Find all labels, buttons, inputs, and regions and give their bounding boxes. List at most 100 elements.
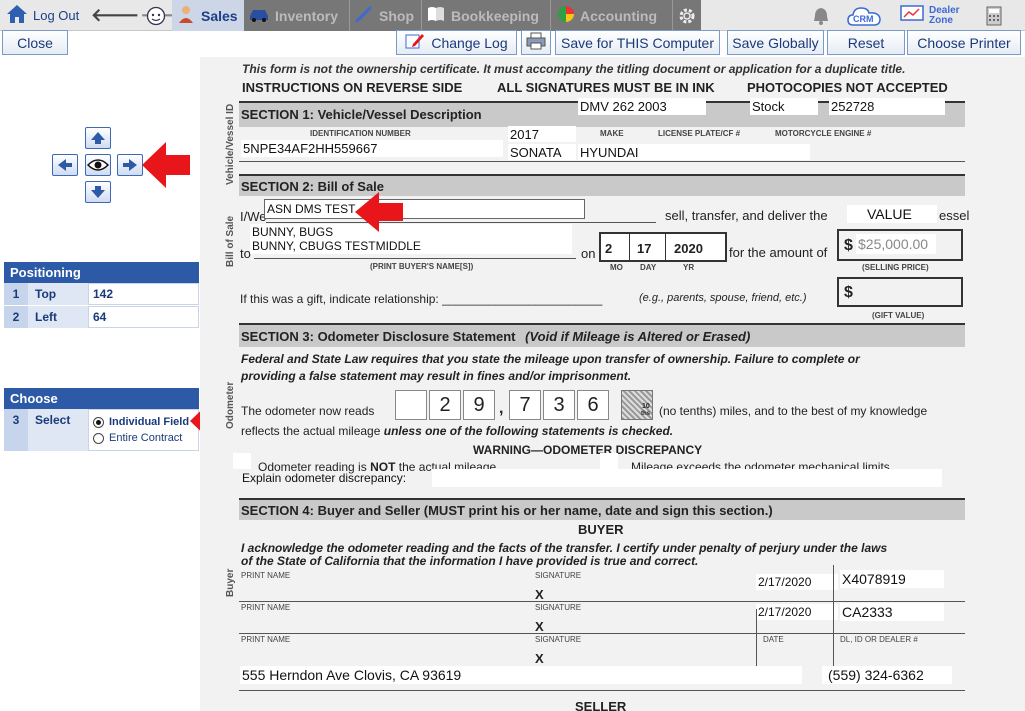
vin-field[interactable]: 5NPE34AF2HH559667: [241, 140, 503, 157]
model-field[interactable]: SONATA: [508, 144, 576, 160]
signature-label: SIGNATURE: [535, 571, 582, 580]
iwe-label: I/We: [240, 209, 267, 224]
section-4-title: SECTION 4: Buyer and Seller (MUST print …: [241, 503, 773, 518]
dl-label: DL, ID OR DEALER #: [840, 635, 918, 644]
buyer-dl-1-field[interactable]: X4078919: [840, 570, 944, 588]
dealer-zone-line2: Zone: [929, 14, 953, 26]
lbl-day: DAY: [640, 263, 657, 272]
section-3-note: (Void if Mileage is Altered or Erased): [525, 329, 751, 344]
calculator-icon[interactable]: [986, 0, 1006, 31]
seller-header: SELLER: [575, 699, 627, 711]
close-button[interactable]: Close: [2, 30, 68, 55]
change-log-label: Change Log: [431, 34, 508, 51]
sale-year-field[interactable]: 2020: [674, 241, 703, 256]
selling-price-field[interactable]: $25,000.00: [856, 234, 936, 254]
left-value-field[interactable]: 64: [88, 306, 199, 328]
buyer-name-2-field[interactable]: BUNNY, CBUGS TESTMIDDLE: [250, 238, 572, 254]
preview-eye-button[interactable]: [85, 154, 111, 176]
odometer-digit[interactable]: [395, 390, 427, 420]
tab-bookkeeping[interactable]: Bookkeeping: [422, 0, 551, 31]
print-name-label: PRINT NAME: [241, 571, 291, 580]
no-tenths-text: (no tenths) miles, and to the best of my…: [659, 404, 928, 418]
eye-icon: [87, 159, 109, 171]
year-field[interactable]: 2017: [508, 126, 576, 142]
move-down-button[interactable]: [85, 181, 111, 203]
tab-sales[interactable]: Sales: [172, 0, 244, 31]
sell-text: sell, transfer, and deliver the: [665, 208, 828, 223]
top-navigation: Log Out 🡐 🡒 ▼ Sales Inventory Shop Bookk…: [0, 0, 1025, 31]
crm-button[interactable]: CRM: [847, 0, 883, 31]
radio-individual-field[interactable]: Individual Field: [93, 416, 189, 428]
gift-dollar-sign: $: [844, 284, 853, 301]
sale-month-field[interactable]: 2: [605, 241, 612, 256]
tab-inventory-label: Inventory: [275, 7, 339, 24]
odometer-digit[interactable]: 2: [429, 390, 461, 420]
discrepancy-warning: WARNING—ODOMETER DISCREPANCY: [473, 443, 703, 457]
tab-inventory[interactable]: Inventory: [244, 0, 350, 31]
explain-label: Explain odometer discrepancy:: [242, 471, 407, 485]
buyer-phone-field[interactable]: (559) 324-6362: [822, 666, 952, 684]
choose-row-select: 3 Select Individual Field Entire Contrac…: [4, 409, 199, 451]
dealer-zone-line1: Dealer: [929, 4, 960, 16]
value-field[interactable]: VALUE: [847, 205, 937, 223]
move-left-button[interactable]: [52, 154, 78, 176]
side-label-bill: Bill of Sale: [225, 215, 236, 267]
buyer-date-1-field[interactable]: 2/17/2020: [756, 574, 838, 590]
top-value-field[interactable]: 142: [88, 283, 199, 305]
radio-entire-contract[interactable]: Entire Contract: [93, 432, 182, 444]
date-label: DATE: [763, 635, 784, 644]
dealer-zone-button[interactable]: Dealer Zone: [900, 0, 970, 31]
stock-label-field[interactable]: Stock: [750, 98, 818, 115]
stock-number-field[interactable]: 252728: [829, 98, 945, 115]
selling-price-label: (SELLING PRICE): [862, 263, 929, 272]
settings-gear-icon[interactable]: [673, 0, 701, 31]
radio-entire-label: Entire Contract: [109, 432, 183, 444]
tab-shop[interactable]: Shop: [350, 0, 422, 31]
arrow-left-icon: [58, 159, 72, 171]
change-log-button[interactable]: Change Log: [396, 30, 517, 55]
odometer-digit[interactable]: 9: [463, 390, 495, 420]
radio-unselected-icon: [93, 432, 104, 444]
reset-button[interactable]: Reset: [827, 30, 905, 55]
buyer-date-2-field[interactable]: 2/17/2020: [756, 604, 838, 620]
move-up-button[interactable]: [85, 127, 111, 149]
customer-face-icon[interactable]: [146, 0, 166, 31]
reflects-label: reflects the actual mileage: [241, 424, 381, 438]
buyer-address-field[interactable]: 555 Herndon Ave Clovis, CA 93619: [240, 666, 802, 684]
tab-accounting[interactable]: Accounting: [551, 0, 673, 31]
notification-bell-icon[interactable]: [812, 0, 832, 31]
odometer-digit[interactable]: 7: [509, 390, 541, 420]
lbl-identification: IDENTIFICATION NUMBER: [310, 129, 411, 138]
buyer-header: BUYER: [578, 522, 624, 537]
move-right-button[interactable]: [117, 154, 143, 176]
seller-name-field[interactable]: ASN DMS TEST: [264, 199, 585, 219]
odometer-digit[interactable]: 6: [577, 390, 609, 420]
home-icon: [6, 4, 28, 27]
monitor-chart-icon: [900, 5, 924, 26]
choose-printer-button[interactable]: Choose Printer: [907, 30, 1021, 55]
federal-law-line-2: providing a false statement may result i…: [241, 369, 632, 383]
save-this-computer-button[interactable]: Save for THIS Computer: [555, 30, 720, 55]
sale-day-field[interactable]: 17: [637, 241, 651, 256]
arrow-up-icon: [91, 132, 105, 144]
contract-form-preview: This form is not the ownership certifica…: [200, 57, 1025, 711]
save-globally-button[interactable]: Save Globally: [727, 30, 824, 55]
tenths-label-a: 10: [642, 403, 650, 410]
annotation-arrow-icon: [142, 142, 190, 188]
wrench-icon: [354, 4, 374, 27]
odometer-digit[interactable]: 3: [543, 390, 575, 420]
book-icon: [426, 5, 446, 26]
buyer-dl-2-field[interactable]: CA2333: [840, 603, 944, 621]
print-button[interactable]: [521, 30, 551, 55]
make-field[interactable]: HYUNDAI: [578, 144, 810, 160]
signature-x: X: [535, 619, 544, 634]
logout-button[interactable]: Log Out: [6, 0, 79, 31]
back-arrow-icon[interactable]: 🡐: [91, 5, 139, 26]
row-label: Left: [28, 306, 88, 328]
explain-discrepancy-field[interactable]: [432, 469, 942, 487]
gift-example: (e.g., parents, spouse, friend, etc.): [639, 292, 807, 304]
odometer-comma: ,: [499, 400, 504, 417]
logout-label: Log Out: [33, 8, 80, 23]
dmv-form-field[interactable]: DMV 262 2003: [578, 98, 706, 115]
form-notice: This form is not the ownership certifica…: [242, 62, 906, 76]
